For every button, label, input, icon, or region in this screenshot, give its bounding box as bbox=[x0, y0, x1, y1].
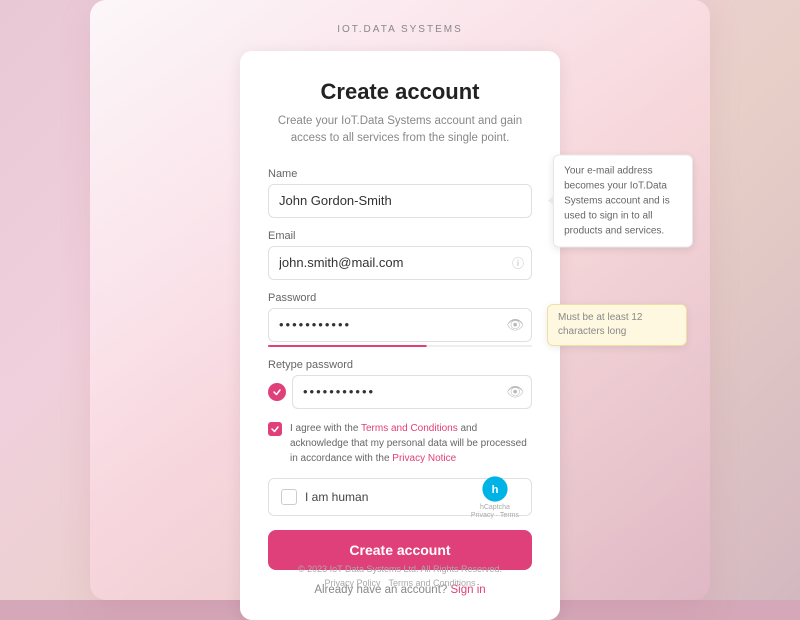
terms-link[interactable]: Terms and Conditions bbox=[361, 423, 458, 434]
captcha-left: I am human bbox=[281, 489, 368, 505]
retype-label: Retype password bbox=[268, 359, 532, 371]
agree-text: I agree with the Terms and Conditions an… bbox=[290, 421, 532, 466]
captcha-label: I am human bbox=[305, 490, 368, 504]
info-icon[interactable]: ⓘ bbox=[512, 254, 524, 271]
retype-eye-icon[interactable]: 👁 bbox=[506, 383, 524, 400]
email-input[interactable] bbox=[268, 246, 532, 280]
password-strength-bar bbox=[268, 345, 532, 347]
page-title: Create account bbox=[268, 79, 532, 105]
agree-row: I agree with the Terms and Conditions an… bbox=[268, 421, 532, 466]
terms-conditions-link[interactable]: Terms and Conditions bbox=[388, 578, 475, 588]
captcha-links: Privacy · Terms bbox=[471, 512, 519, 519]
privacy-link[interactable]: Privacy Notice bbox=[392, 453, 456, 464]
copyright: © 2023 IoT Data Systems Ltd. All Rights … bbox=[298, 564, 502, 574]
name-field-group: Name Your e-mail address becomes your Io… bbox=[268, 168, 532, 218]
name-label: Name bbox=[268, 168, 532, 180]
privacy-policy-link[interactable]: Privacy Policy bbox=[324, 578, 380, 588]
footer: © 2023 IoT Data Systems Ltd. All Rights … bbox=[298, 564, 502, 588]
check-circle-icon bbox=[268, 383, 286, 401]
email-field-group: Email ⓘ bbox=[268, 230, 532, 280]
name-input[interactable] bbox=[268, 184, 532, 218]
card-subtitle: Create your IoT.Data Systems account and… bbox=[268, 113, 532, 148]
create-account-card: Create account Create your IoT.Data Syst… bbox=[240, 51, 560, 620]
password-label: Password bbox=[268, 292, 532, 304]
retype-input[interactable] bbox=[292, 375, 532, 409]
hcaptcha-icon: h bbox=[481, 475, 509, 503]
password-input[interactable] bbox=[268, 308, 532, 342]
email-label: Email bbox=[268, 230, 532, 242]
captcha-checkbox[interactable] bbox=[281, 489, 297, 505]
svg-text:h: h bbox=[492, 484, 499, 496]
outer-card: IOT.DATA SYSTEMS Create account Create y… bbox=[90, 0, 710, 600]
captcha-row[interactable]: I am human h hCaptcha Privacy · Terms bbox=[268, 478, 532, 516]
password-field-group: Password 👁 Must be at least 12 character… bbox=[268, 292, 532, 347]
eye-icon[interactable]: 👁 bbox=[506, 316, 524, 333]
brand-logo: IOT.DATA SYSTEMS bbox=[337, 24, 463, 35]
footer-links: Privacy Policy Terms and Conditions bbox=[298, 578, 502, 588]
agree-checkbox[interactable] bbox=[268, 422, 282, 436]
captcha-brand-text: hCaptcha bbox=[480, 504, 510, 511]
password-tooltip: Must be at least 12 characters long bbox=[547, 304, 687, 346]
retype-field-group: Retype password 👁 bbox=[268, 359, 532, 409]
page-background: IOT.DATA SYSTEMS Create account Create y… bbox=[0, 0, 800, 600]
email-tooltip: Your e-mail address becomes your IoT.Dat… bbox=[553, 154, 693, 247]
captcha-logo: h hCaptcha Privacy · Terms bbox=[471, 475, 519, 519]
